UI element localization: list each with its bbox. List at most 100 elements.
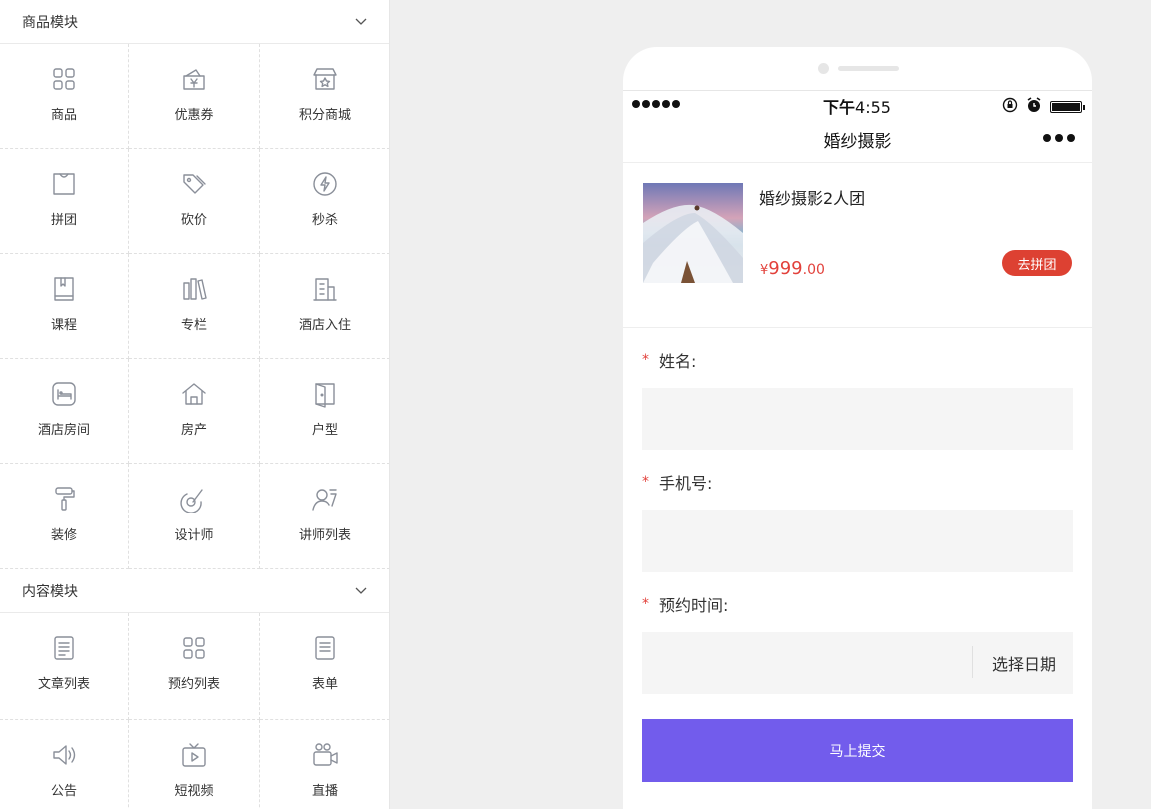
- status-icons: [1002, 97, 1085, 117]
- component-course[interactable]: 课程: [0, 254, 129, 359]
- component-goods[interactable]: 商品: [0, 44, 129, 149]
- component-label: 短视频: [174, 784, 214, 799]
- chevron-down-icon[interactable]: [355, 16, 367, 28]
- component-label: 酒店房间: [37, 423, 90, 438]
- status-bar: 下午4:55: [623, 91, 1092, 117]
- bed-icon: [49, 379, 79, 409]
- lightning-icon: [310, 169, 340, 199]
- content-module-grid: 文章列表 预约列表 表单 公告 短视频 直播: [0, 613, 389, 809]
- phone-input[interactable]: [642, 510, 1073, 572]
- required-mark: *: [642, 596, 649, 612]
- component-label: 砍价: [180, 213, 207, 228]
- goods-module-header[interactable]: 商品模块: [0, 0, 389, 44]
- phone-frame-top: [623, 47, 1092, 91]
- component-label: 课程: [50, 318, 77, 333]
- component-label: 拼团: [50, 213, 77, 228]
- tv-icon: [179, 740, 209, 770]
- name-input[interactable]: [642, 388, 1073, 450]
- book-icon: [49, 274, 79, 304]
- component-label: 表单: [311, 677, 338, 692]
- component-hotel-checkin[interactable]: 酒店入住: [260, 254, 389, 359]
- alarm-icon: [1026, 97, 1042, 117]
- speaker-icon: [49, 740, 79, 770]
- phone-label: * 手机号:: [642, 474, 713, 493]
- component-label: 装修: [50, 528, 77, 543]
- camera-icon: [310, 740, 340, 770]
- phone-preview: 下午4:55 婚纱摄影 婚纱摄影2人团 ¥999.00 去拼团 * 姓名: * …: [623, 47, 1092, 809]
- component-label: 直播: [311, 784, 338, 799]
- date-field[interactable]: 选择日期: [642, 632, 1073, 694]
- component-decoration[interactable]: 装修: [0, 464, 129, 569]
- grid-icon: [49, 64, 79, 94]
- component-notice[interactable]: 公告: [0, 720, 129, 809]
- component-short-video[interactable]: 短视频: [129, 720, 260, 809]
- component-label: 户型: [311, 423, 338, 438]
- teacher-icon: [310, 484, 340, 514]
- booking-form: * 姓名: * 手机号: * 预约时间: 选择日期 马上提交: [623, 328, 1092, 782]
- component-label: 商品: [50, 108, 77, 123]
- house-icon: [179, 379, 209, 409]
- submit-button[interactable]: 马上提交: [642, 719, 1073, 782]
- component-bargain[interactable]: 砍价: [129, 149, 260, 254]
- content-module-title: 内容模块: [22, 583, 78, 600]
- component-floor-plan[interactable]: 户型: [260, 359, 389, 464]
- component-lecturers[interactable]: 讲师列表: [260, 464, 389, 569]
- form-icon: [310, 633, 340, 663]
- books-icon: [179, 274, 209, 304]
- door-icon: [310, 379, 340, 409]
- component-coupon[interactable]: 优惠券: [129, 44, 260, 149]
- component-label: 讲师列表: [298, 528, 351, 543]
- component-real-estate[interactable]: 房产: [129, 359, 260, 464]
- product-card[interactable]: 婚纱摄影2人团 ¥999.00 去拼团: [623, 163, 1092, 328]
- component-article-list[interactable]: 文章列表: [0, 613, 129, 720]
- join-group-button[interactable]: 去拼团: [1002, 250, 1072, 276]
- article-icon: [49, 633, 79, 663]
- nav-bar: 婚纱摄影: [623, 117, 1092, 163]
- content-module-header[interactable]: 内容模块: [0, 569, 389, 613]
- speaker-grille: [838, 66, 899, 71]
- component-label: 房产: [180, 423, 207, 438]
- signal-icon: [632, 100, 680, 108]
- component-label: 专栏: [180, 318, 207, 333]
- component-booking-list[interactable]: 预约列表: [129, 613, 260, 720]
- more-icon[interactable]: [1043, 134, 1075, 142]
- component-label: 酒店入住: [298, 318, 351, 333]
- grid-icon: [179, 633, 209, 663]
- component-hotel-room[interactable]: 酒店房间: [0, 359, 129, 464]
- store-icon: [310, 64, 340, 94]
- paint-roller-icon: [49, 484, 79, 514]
- component-flash-sale[interactable]: 秒杀: [260, 149, 389, 254]
- bag-icon: [49, 169, 79, 199]
- date-picker-button[interactable]: 选择日期: [992, 651, 1056, 675]
- product-image: [643, 183, 743, 283]
- time-label: * 预约时间:: [642, 596, 729, 615]
- component-label: 积分商城: [298, 108, 351, 123]
- building-icon: [310, 274, 340, 304]
- component-group-buy[interactable]: 拼团: [0, 149, 129, 254]
- required-mark: *: [642, 352, 649, 368]
- name-label: * 姓名:: [642, 352, 697, 371]
- component-column[interactable]: 专栏: [129, 254, 260, 359]
- component-designer[interactable]: 设计师: [129, 464, 260, 569]
- component-label: 设计师: [174, 528, 214, 543]
- battery-icon: [1050, 101, 1085, 113]
- coupon-icon: [179, 64, 209, 94]
- component-live[interactable]: 直播: [260, 720, 389, 809]
- product-price: ¥999.00: [760, 258, 825, 279]
- price-tag-icon: [179, 169, 209, 199]
- status-time: 下午4:55: [823, 98, 891, 117]
- goods-module-grid: 商品 优惠券 积分商城 拼团 砍价 秒杀 课程 专栏 酒店入住 酒店房间 房产 …: [0, 44, 389, 569]
- product-title: 婚纱摄影2人团: [759, 189, 866, 208]
- rotation-lock-icon: [1002, 97, 1018, 117]
- component-label: 优惠券: [174, 108, 214, 123]
- component-form[interactable]: 表单: [260, 613, 389, 720]
- chevron-down-icon[interactable]: [355, 585, 367, 597]
- component-label: 预约列表: [167, 677, 220, 692]
- page-title: 婚纱摄影: [823, 132, 892, 152]
- component-label: 公告: [50, 784, 77, 799]
- component-label: 秒杀: [311, 213, 338, 228]
- component-points-mall[interactable]: 积分商城: [260, 44, 389, 149]
- goods-module-title: 商品模块: [22, 14, 78, 31]
- palette-icon: [179, 484, 209, 514]
- divider: [972, 646, 973, 678]
